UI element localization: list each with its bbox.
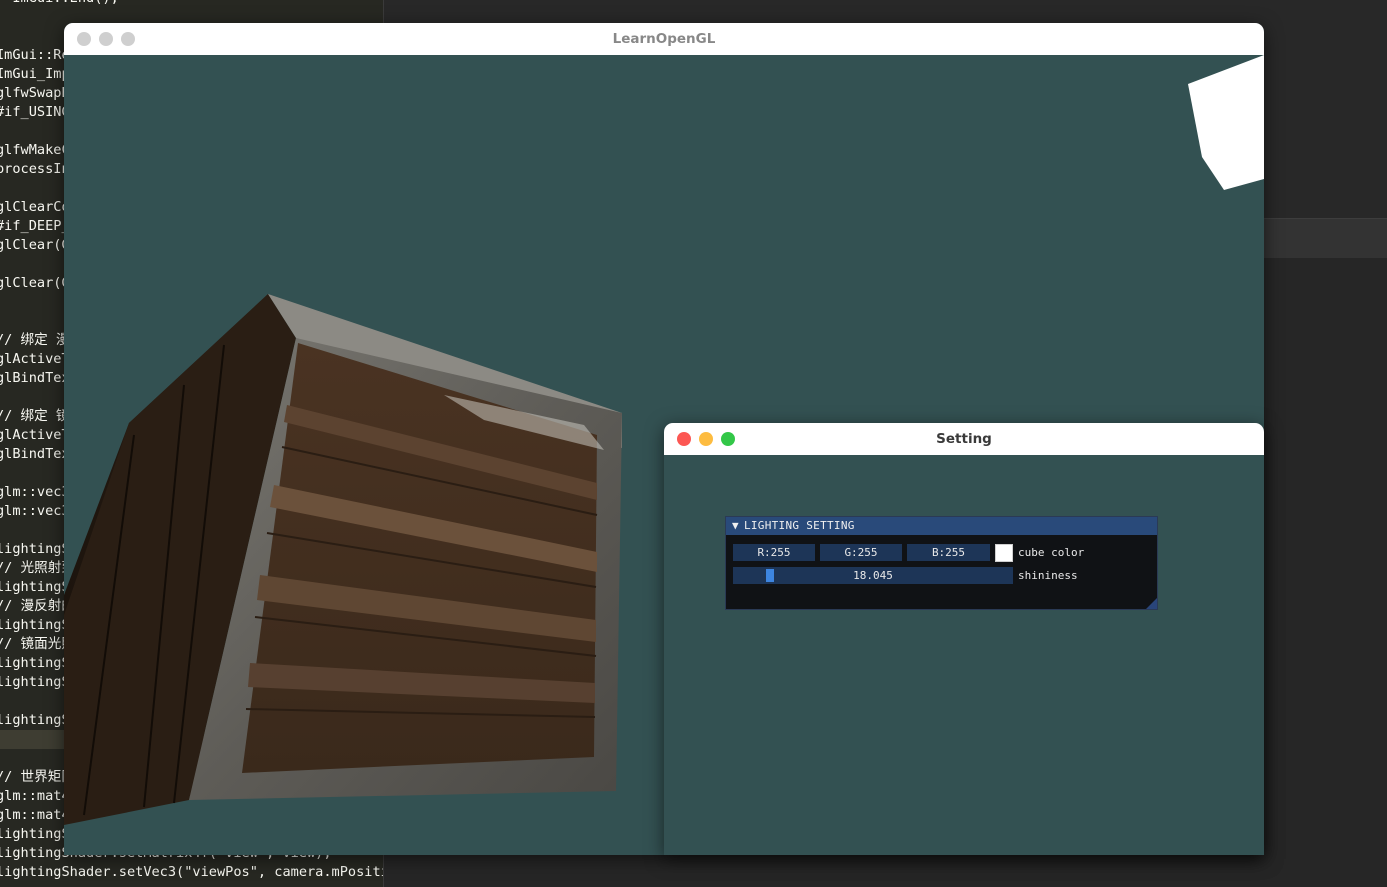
learnopengl-titlebar[interactable]: LearnOpenGL [64, 23, 1264, 56]
shininess-label: shininess [1018, 569, 1078, 582]
b-field[interactable]: B:255 [907, 544, 990, 561]
shininess-value: 18.045 [853, 569, 893, 582]
cube-color-label: cube color [1018, 546, 1085, 559]
slider-grab-handle[interactable] [765, 569, 774, 582]
lighting-setting-header[interactable]: ▼ LIGHTING SETTING [726, 517, 1157, 535]
minimize-button[interactable] [99, 32, 113, 46]
resize-grip-icon[interactable] [1146, 598, 1157, 609]
code-line: lightingShader.setVec3("viewPos", camera… [0, 864, 384, 880]
lighting-setting-panel[interactable]: ▼ LIGHTING SETTING R:255 G:255 B:255 cube… [725, 516, 1158, 610]
window-title: LearnOpenGL [612, 31, 716, 47]
maximize-button[interactable] [721, 432, 735, 446]
maximize-button[interactable] [121, 32, 135, 46]
close-button[interactable] [77, 32, 91, 46]
cube-color-swatch[interactable] [995, 544, 1013, 562]
panel-title: LIGHTING SETTING [743, 519, 855, 532]
collapse-arrow-icon[interactable]: ▼ [732, 519, 739, 532]
light-cube [1188, 55, 1264, 190]
window-title: Setting [936, 431, 992, 447]
code-line: ImGui::End(); [0, 0, 384, 8]
minimize-button[interactable] [699, 432, 713, 446]
g-field[interactable]: G:255 [820, 544, 902, 561]
r-field[interactable]: R:255 [733, 544, 815, 561]
setting-titlebar[interactable]: Setting [664, 423, 1264, 456]
setting-viewport: ▼ LIGHTING SETTING R:255 G:255 B:255 cube… [664, 455, 1264, 855]
shininess-slider[interactable]: 18.045 [733, 567, 1013, 584]
setting-window[interactable]: Setting ▼ LIGHTING SETTING R:255 G:255 B:… [664, 423, 1264, 855]
close-button[interactable] [677, 432, 691, 446]
